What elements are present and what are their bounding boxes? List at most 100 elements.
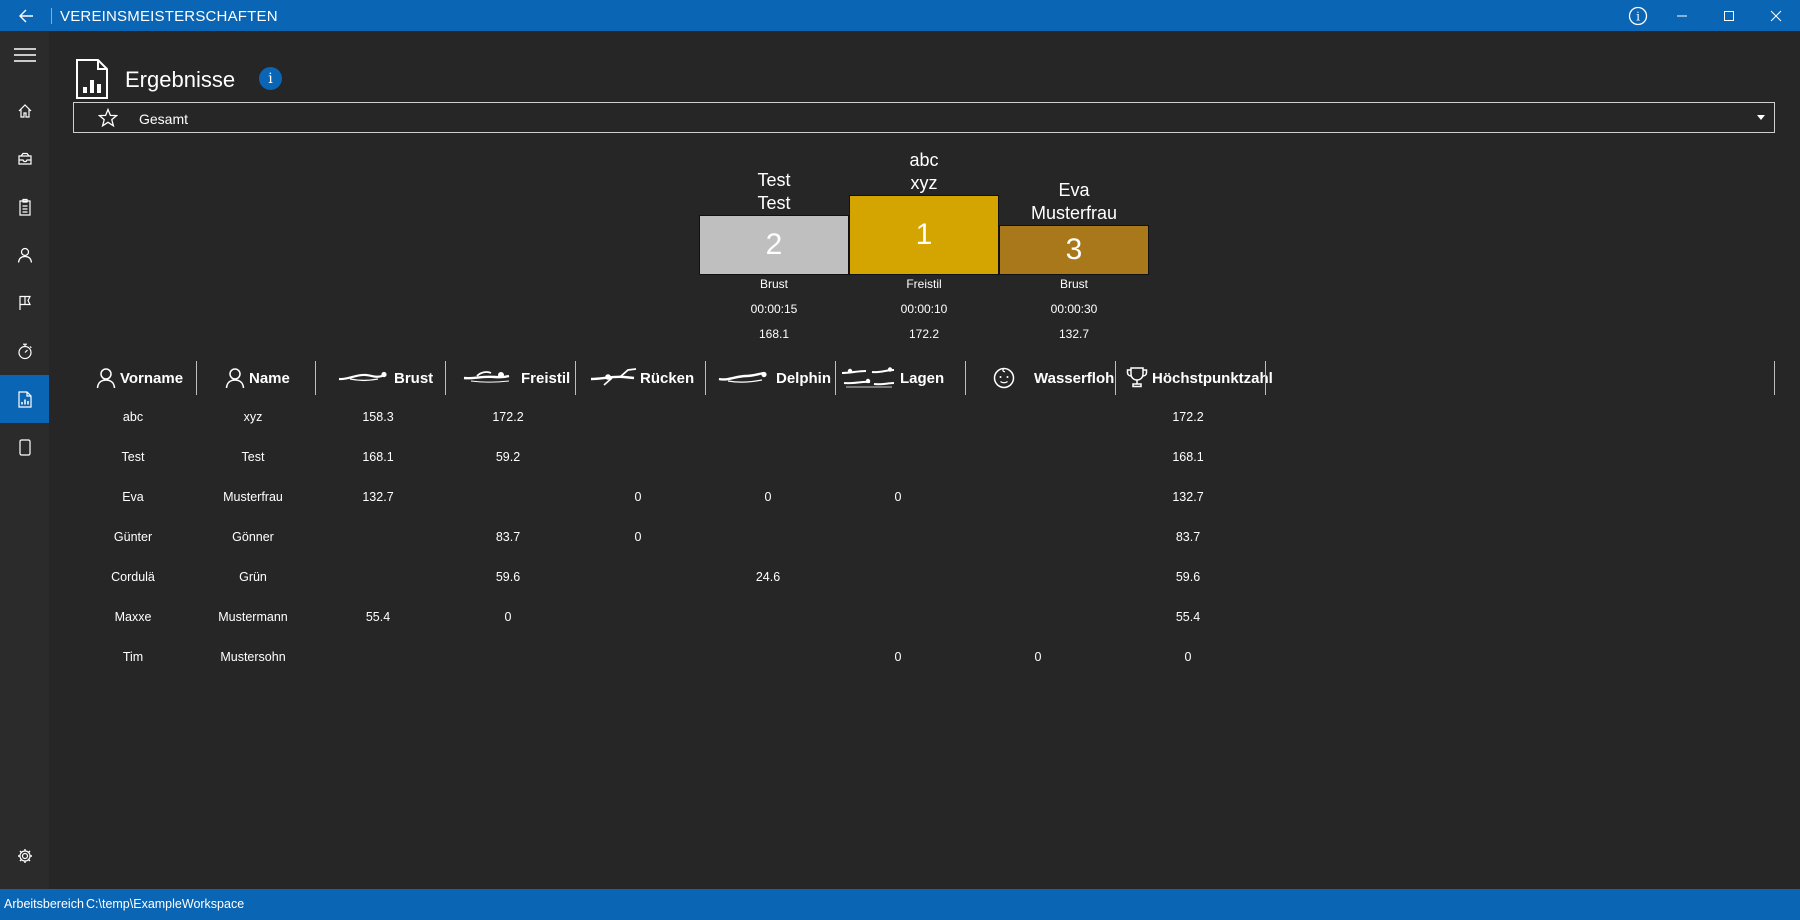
podium-third-block: 3	[999, 225, 1149, 275]
table-cell: 55.4	[365, 610, 391, 624]
nav-documents[interactable]	[0, 423, 49, 471]
title-separator	[51, 8, 52, 24]
column-divider[interactable]	[1265, 361, 1266, 395]
table-cell: 59.6	[495, 570, 521, 584]
nav-clipboard[interactable]	[0, 183, 49, 231]
table-cell: 0	[634, 530, 642, 544]
table-cell: 59.2	[495, 450, 521, 464]
column-label: Wasserfloh	[1034, 370, 1115, 387]
table-cell: Cordulä	[111, 570, 155, 584]
podium-first-last-name: xyz	[910, 173, 938, 193]
table-cell: abc	[122, 410, 144, 424]
podium-third-last-name: Musterfrau	[1030, 203, 1118, 223]
table-cell: 83.7	[495, 530, 521, 544]
column-header-delphin[interactable]: Delphin	[706, 361, 836, 395]
column-header-lagen[interactable]: Lagen	[836, 361, 966, 395]
report-icon	[76, 59, 108, 99]
column-label: Freistil	[521, 370, 571, 387]
inbox-icon	[17, 152, 32, 165]
table-cell: 0	[764, 490, 772, 504]
nav-settings[interactable]	[0, 832, 49, 880]
column-header-ruecken[interactable]: Rücken	[576, 361, 706, 395]
podium-third-style: Brust	[1059, 277, 1088, 291]
table-cell: 55.4	[1175, 610, 1201, 624]
table-cell: Mustermann	[218, 610, 288, 624]
table-cell: 0	[504, 610, 512, 624]
podium-first-block: 1	[849, 195, 999, 275]
title-bar: VEREINSMEISTERSCHAFTEN i	[0, 0, 1800, 31]
column-header-brust[interactable]: Brust	[316, 361, 446, 395]
column-label: Vorname	[120, 370, 184, 387]
podium-first-time: 00:00:10	[900, 302, 948, 316]
table-cell: Tim	[122, 650, 144, 664]
table-cell: 172.2	[1172, 410, 1204, 424]
app-title: VEREINSMEISTERSCHAFTEN	[60, 8, 278, 25]
column-divider[interactable]	[1774, 361, 1775, 395]
flag-icon	[18, 295, 31, 310]
table-cell: 168.1	[362, 450, 394, 464]
table-cell: 59.6	[1175, 570, 1201, 584]
podium-third-points: 132.7	[1058, 327, 1090, 341]
table-cell: 0	[894, 650, 902, 664]
table-cell: 0	[1034, 650, 1042, 664]
minimize-button[interactable]	[1659, 0, 1705, 31]
close-icon	[1770, 10, 1782, 21]
table-cell: Grün	[239, 570, 267, 584]
table-cell: 132.7	[362, 490, 394, 504]
table-cell: xyz	[243, 410, 263, 424]
results-page-icon	[75, 58, 109, 105]
podium-second-first-name: Test	[757, 170, 791, 190]
podium-first-points: 172.2	[908, 327, 940, 341]
nav-results[interactable]	[0, 375, 49, 423]
column-header-vorname[interactable]: Vorname	[86, 361, 196, 395]
backstroke-swimmer-icon	[590, 368, 637, 386]
chevron-down-icon	[1757, 115, 1765, 120]
breaststroke-swimmer-icon	[338, 371, 387, 382]
table-cell: 24.6	[755, 570, 781, 584]
podium-first-first-name: abc	[909, 150, 939, 170]
butterfly-swimmer-icon	[718, 371, 767, 383]
column-header-freistil[interactable]: Freistil	[446, 361, 576, 395]
column-header-wasserfloh[interactable]: Wasserfloh	[966, 361, 1114, 395]
maximize-button[interactable]	[1706, 0, 1752, 31]
table-cell: 168.1	[1172, 450, 1204, 464]
nav-home[interactable]	[0, 87, 49, 135]
column-label: Name	[249, 370, 290, 387]
home-icon	[18, 104, 31, 118]
star-icon	[98, 108, 118, 128]
column-header-name[interactable]: Name	[197, 361, 326, 395]
nav-inbox[interactable]	[0, 135, 49, 183]
back-arrow-icon	[19, 9, 33, 22]
nav-times[interactable]	[0, 327, 49, 375]
nav-competitions[interactable]	[0, 279, 49, 327]
gear-icon	[17, 849, 32, 863]
podium-second-last-name: Test	[757, 193, 791, 213]
workspace-label: Arbeitsbereich	[4, 897, 84, 911]
baby-face-icon	[993, 367, 1015, 389]
podium-second-block: 2	[699, 215, 849, 275]
column-header-hoechstpunktzahl[interactable]: Höchstpunktzahl	[1116, 361, 1273, 395]
info-circle-icon: i	[1628, 6, 1648, 25]
about-button[interactable]: i	[1615, 0, 1661, 31]
table-cell: Test	[241, 450, 265, 464]
table-cell: Günter	[113, 530, 153, 544]
table-cell: Eva	[122, 490, 144, 504]
nav-persons[interactable]	[0, 231, 49, 279]
table-cell: 83.7	[1175, 530, 1201, 544]
maximize-icon	[1724, 10, 1734, 21]
podium-second-style: Brust	[759, 277, 788, 291]
freestyle-swimmer-icon	[463, 371, 510, 383]
back-button[interactable]	[10, 0, 42, 31]
page-info-button[interactable]: i	[259, 67, 282, 90]
podium-first-style: Freistil	[906, 277, 942, 291]
stopwatch-icon	[17, 343, 32, 359]
podium-third-first-name: Eva	[1058, 180, 1090, 200]
medley-swimmers-icon	[841, 367, 895, 388]
minimize-icon	[1677, 15, 1687, 16]
filter-selected-value: Gesamt	[139, 111, 189, 127]
nav-menu-toggle[interactable]	[0, 31, 49, 79]
workspace-path: C:\temp\ExampleWorkspace	[86, 897, 245, 911]
app-window: VEREINSMEISTERSCHAFTEN i Ergebnisse i Ge…	[0, 0, 1800, 920]
competition-filter-select[interactable]: Gesamt	[73, 102, 1775, 133]
close-button[interactable]	[1753, 0, 1799, 31]
